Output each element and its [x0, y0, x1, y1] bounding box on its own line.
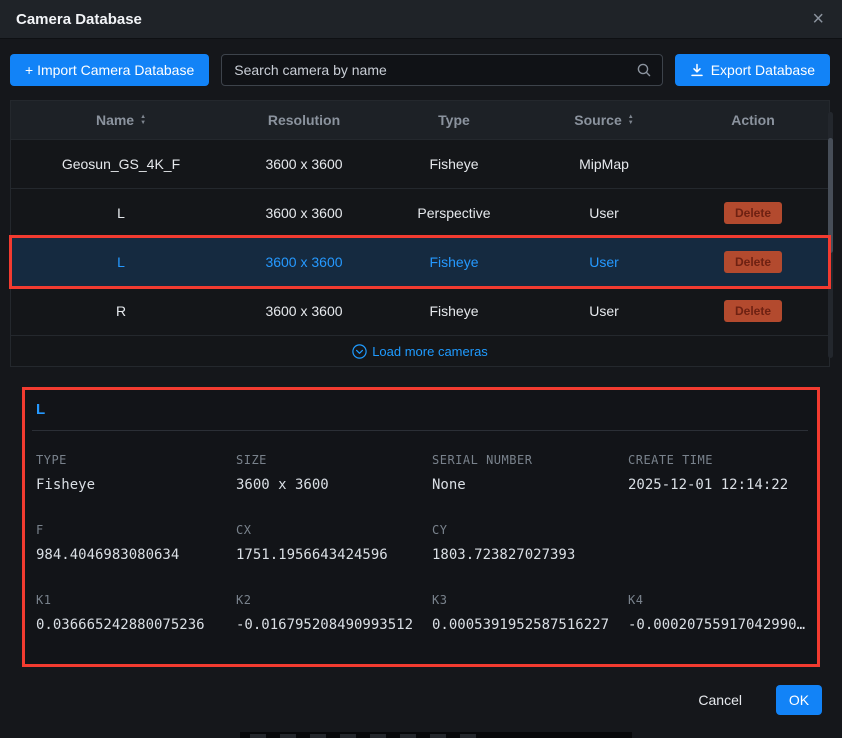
cell-action: Delete: [677, 202, 829, 224]
detail-field-k3: K3 0.0005391952587516227: [432, 593, 628, 633]
detail-field-serial-number: SERIAL NUMBER None: [432, 453, 628, 493]
ok-button[interactable]: OK: [776, 685, 822, 715]
detail-field-k2: K2 -0.016795208490993512: [236, 593, 432, 633]
table-row-selected[interactable]: L 3600 x 3600 Fisheye User Delete: [11, 237, 829, 286]
scrollbar-thumb[interactable]: [828, 138, 833, 253]
delete-button[interactable]: Delete: [724, 251, 782, 273]
dialog-footer: Cancel OK: [0, 667, 842, 715]
cell-name: L: [11, 254, 231, 270]
column-header-action: Action: [677, 112, 829, 128]
chevron-down-circle-icon: [352, 344, 367, 359]
toolbar: + Import Camera Database Export Database: [0, 39, 842, 100]
vertical-scrollbar[interactable]: [828, 112, 833, 358]
column-header-source[interactable]: Source ▲▼: [531, 112, 677, 128]
sort-icon: ▲▼: [140, 115, 146, 126]
delete-button[interactable]: Delete: [724, 202, 782, 224]
cancel-button[interactable]: Cancel: [692, 691, 748, 709]
table-row[interactable]: L 3600 x 3600 Perspective User Delete: [11, 188, 829, 237]
cell-resolution: 3600 x 3600: [231, 254, 377, 270]
search-input[interactable]: [232, 61, 627, 79]
column-header-resolution: Resolution: [231, 112, 377, 128]
column-header-type: Type: [377, 112, 531, 128]
search-icon: [636, 62, 652, 78]
cell-name: R: [11, 303, 231, 319]
cell-action: Delete: [677, 251, 829, 273]
cell-source: User: [531, 205, 677, 221]
camera-details-panel: L TYPE Fisheye SIZE 3600 x 3600 SERIAL N…: [22, 387, 820, 667]
cell-type: Fisheye: [377, 156, 531, 172]
export-button-label: Export Database: [711, 62, 815, 78]
download-icon: [690, 63, 704, 77]
table-row[interactable]: Geosun_GS_4K_F 3600 x 3600 Fisheye MipMa…: [11, 139, 829, 188]
detail-field-create-time: CREATE TIME 2025-12-01 12:14:22: [628, 453, 808, 493]
dialog-title: Camera Database: [16, 11, 142, 28]
cell-name: Geosun_GS_4K_F: [11, 156, 231, 172]
search-box[interactable]: [221, 54, 662, 86]
delete-button[interactable]: Delete: [724, 300, 782, 322]
taskbar-sliver: [240, 732, 632, 738]
close-icon[interactable]: ×: [810, 9, 826, 29]
load-more-label: Load more cameras: [372, 344, 488, 359]
cell-action: Delete: [677, 300, 829, 322]
import-camera-database-button[interactable]: + Import Camera Database: [10, 54, 209, 86]
cell-name: L: [11, 205, 231, 221]
export-database-button[interactable]: Export Database: [675, 54, 830, 86]
detail-field-cx: CX 1751.1956643424596: [236, 523, 432, 563]
detail-field-k4: K4 -0.00020755917042990…: [628, 593, 808, 633]
cell-type: Perspective: [377, 205, 531, 221]
table-row[interactable]: R 3600 x 3600 Fisheye User Delete: [11, 286, 829, 335]
cell-type: Fisheye: [377, 303, 531, 319]
dialog-titlebar: Camera Database ×: [0, 0, 842, 39]
sort-icon: ▲▼: [628, 115, 634, 126]
details-grid: TYPE Fisheye SIZE 3600 x 3600 SERIAL NUM…: [32, 453, 808, 633]
cell-resolution: 3600 x 3600: [231, 156, 377, 172]
cell-resolution: 3600 x 3600: [231, 205, 377, 221]
cell-source: User: [531, 303, 677, 319]
detail-field-empty: [628, 523, 808, 563]
column-header-name[interactable]: Name ▲▼: [11, 112, 231, 128]
detail-field-cy: CY 1803.723827027393: [432, 523, 628, 563]
table-header-row: Name ▲▼ Resolution Type Source ▲▼ Action: [11, 101, 829, 139]
detail-field-size: SIZE 3600 x 3600: [236, 453, 432, 493]
camera-table: Name ▲▼ Resolution Type Source ▲▼ Action…: [10, 100, 830, 367]
cell-source: MipMap: [531, 156, 677, 172]
cell-type: Fisheye: [377, 254, 531, 270]
details-camera-name: L: [32, 397, 808, 431]
detail-field-k1: K1 0.036665242880075236: [36, 593, 236, 633]
cell-source: User: [531, 254, 677, 270]
cell-resolution: 3600 x 3600: [231, 303, 377, 319]
detail-field-f: F 984.4046983080634: [36, 523, 236, 563]
detail-field-type: TYPE Fisheye: [36, 453, 236, 493]
load-more-cameras-link[interactable]: Load more cameras: [11, 335, 829, 366]
